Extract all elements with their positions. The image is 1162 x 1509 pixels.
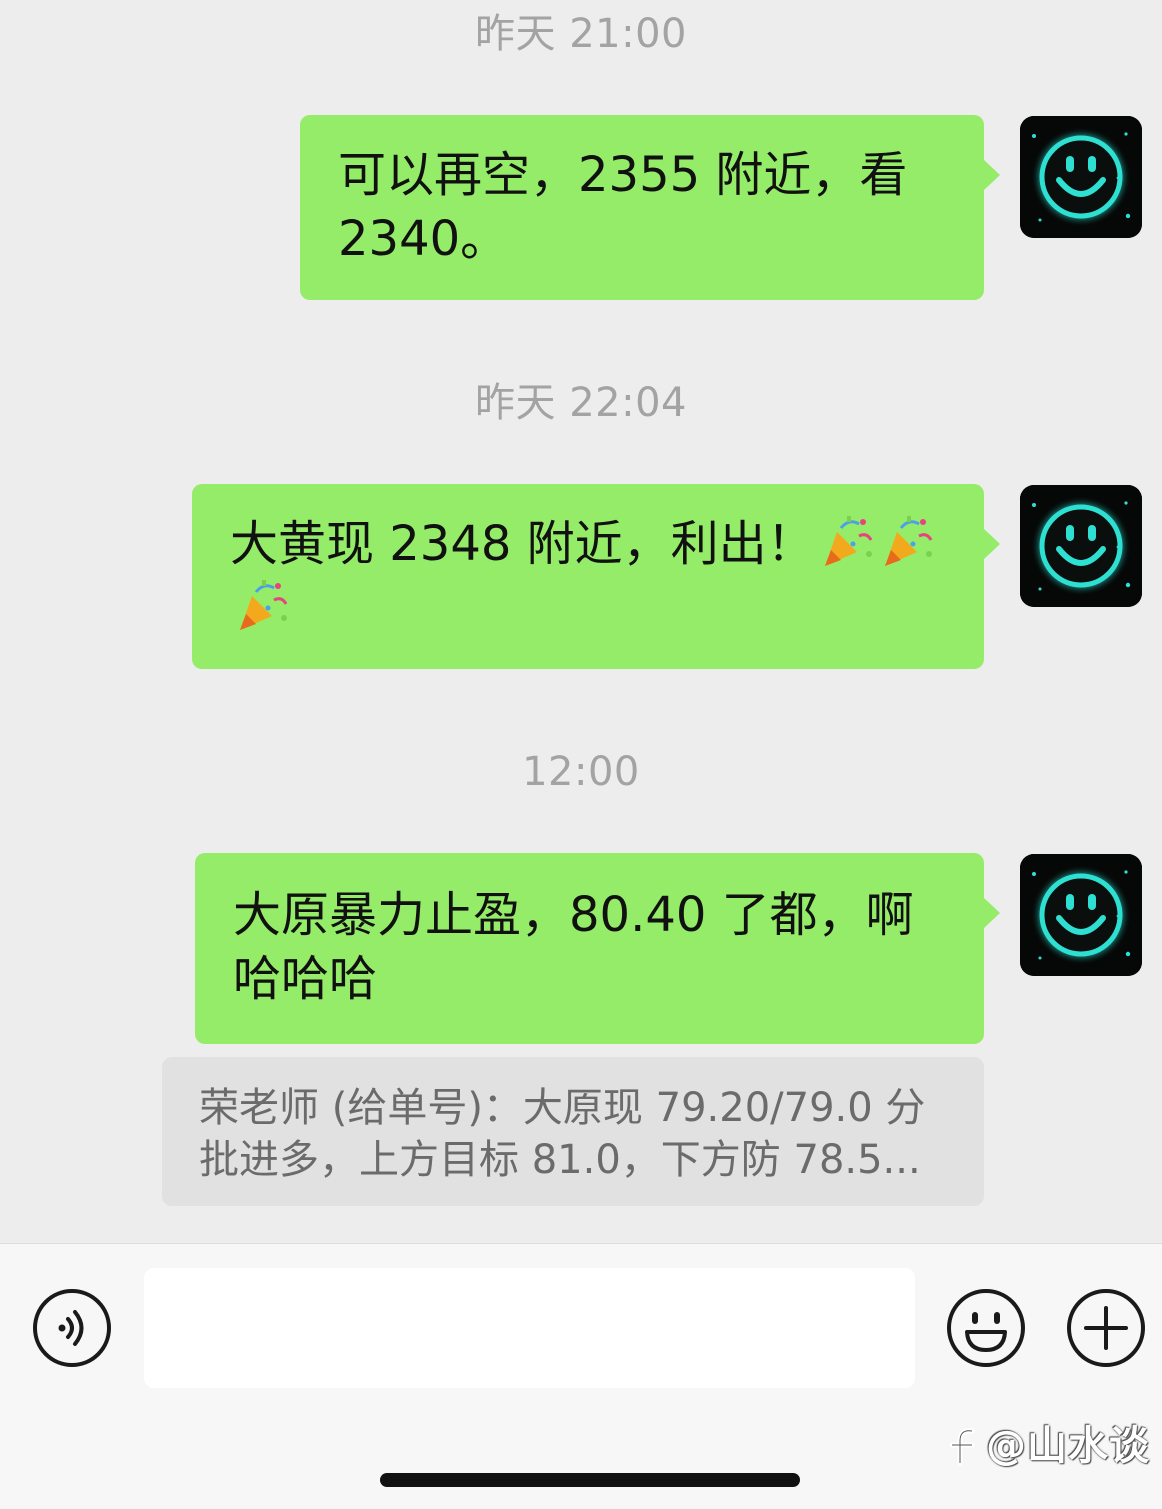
smiley-face-icon <box>1020 116 1142 238</box>
message-text: 大原暴力止盈，80.40 了都，啊哈哈哈 <box>233 887 914 1007</box>
message-timestamp: 12:00 <box>522 749 640 795</box>
message-timestamp: 昨天 21:00 <box>475 11 687 57</box>
message-timestamp: 昨天 22:04 <box>475 380 687 426</box>
emoji-face-icon <box>947 1289 1025 1367</box>
quoted-message-text: 荣老师 (给单号)：大原现 79.20/79.0 分批进多，上方目标 81.0，… <box>199 1085 926 1183</box>
sent-message-bubble[interactable]: 大原暴力止盈，80.40 了都，啊哈哈哈 <box>195 853 1000 1044</box>
plus-icon <box>1067 1289 1145 1367</box>
watermark-text: @山水谈 <box>986 1423 1150 1469</box>
chat-area[interactable]: 昨天 21:00 可以再空，2355 附近，看 2340。 昨天 22:04 大… <box>0 0 1162 1243</box>
party-popper-icon <box>819 514 875 570</box>
bubble-tail <box>983 159 1000 191</box>
sent-message-bubble[interactable]: 可以再空，2355 附近，看 2340。 <box>300 115 1000 300</box>
party-popper-icon <box>879 514 935 570</box>
message-content: 大黄现 2348 附近，利出！ <box>230 512 950 640</box>
sent-message-bubble[interactable]: 大黄现 2348 附近，利出！ <box>192 484 1000 669</box>
avatar[interactable] <box>1020 485 1142 607</box>
avatar[interactable] <box>1020 116 1142 238</box>
voice-icon <box>33 1289 111 1367</box>
emoji-button[interactable] <box>946 1288 1026 1368</box>
message-text: 大黄现 2348 附近，利出！ <box>230 516 815 572</box>
bubble-tail <box>983 897 1000 929</box>
party-popper-icon <box>234 578 290 634</box>
smiley-face-icon <box>1020 485 1142 607</box>
avatar[interactable] <box>1020 854 1142 976</box>
message-text: 可以再空，2355 附近，看 2340。 <box>338 147 908 267</box>
voice-button[interactable] <box>32 1288 112 1368</box>
home-indicator[interactable] <box>380 1473 800 1487</box>
add-button[interactable] <box>1066 1288 1146 1368</box>
input-bar: @山水谈 <box>0 1243 1162 1509</box>
message-input[interactable] <box>144 1268 915 1388</box>
platform-logo-icon <box>949 1428 975 1466</box>
smiley-face-icon <box>1020 854 1142 976</box>
bubble-tail <box>983 528 1000 560</box>
watermark: @山水谈 <box>946 1422 1150 1470</box>
quoted-message[interactable]: 荣老师 (给单号)：大原现 79.20/79.0 分批进多，上方目标 81.0，… <box>162 1057 984 1206</box>
